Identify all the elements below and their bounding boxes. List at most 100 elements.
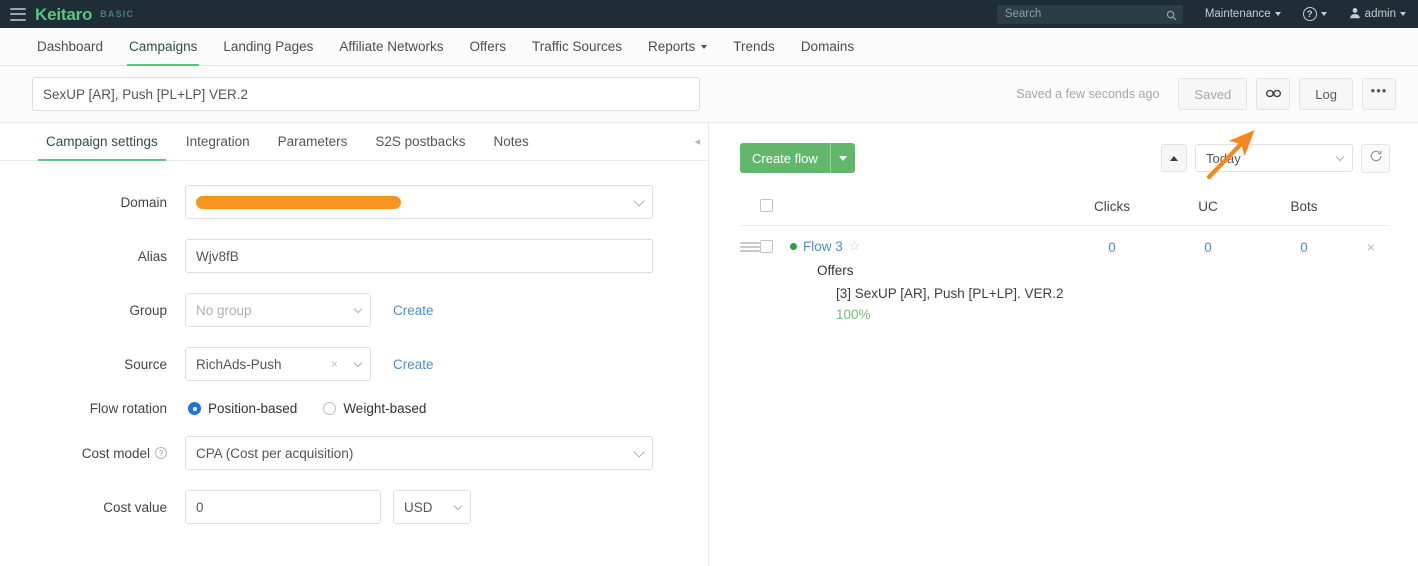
- chevron-down-icon: [701, 44, 708, 49]
- group-select[interactable]: No group: [185, 293, 371, 327]
- tab-integration[interactable]: Integration: [172, 123, 264, 160]
- nav-item-traffic-sources[interactable]: Traffic Sources: [519, 28, 635, 65]
- nav-item-offers[interactable]: Offers: [456, 28, 519, 65]
- tab-parameters[interactable]: Parameters: [264, 123, 362, 160]
- cost-value-input[interactable]: 0: [185, 490, 381, 524]
- cell-bots[interactable]: 0: [1256, 238, 1352, 255]
- tab-campaign-settings[interactable]: Campaign settings: [32, 123, 172, 161]
- offer-text: [3] SexUP [AR], Push [PL+LP]. VER.2: [836, 286, 1064, 301]
- flows-pane: Create flow Today Clicks UC Bots Flow 3 …: [709, 123, 1418, 566]
- flows-toolbar-right: Today: [1161, 143, 1390, 173]
- saved-status-text: Saved a few seconds ago: [1016, 87, 1160, 101]
- flow-name-link[interactable]: Flow 3: [803, 239, 843, 254]
- nav-label: Reports: [648, 39, 696, 54]
- select-all-cell: [760, 197, 790, 215]
- refresh-icon: [1369, 149, 1383, 168]
- cost-value-text: 0: [196, 499, 204, 515]
- campaign-name-input[interactable]: [32, 77, 700, 111]
- nav-item-dashboard[interactable]: Dashboard: [24, 28, 116, 65]
- search-box[interactable]: [996, 4, 1183, 24]
- field-row-domain: Domain: [0, 185, 708, 219]
- cell-clicks[interactable]: 0: [1064, 238, 1160, 255]
- column-header-bots[interactable]: Bots: [1256, 199, 1352, 214]
- flow-title-row: Flow 3 ☆: [790, 238, 1064, 254]
- help-icon[interactable]: ?: [155, 447, 167, 459]
- nav-item-landing-pages[interactable]: Landing Pages: [210, 28, 326, 65]
- clear-source-icon[interactable]: ×: [331, 357, 338, 371]
- nav-item-campaigns[interactable]: Campaigns: [116, 28, 210, 66]
- column-header-clicks[interactable]: Clicks: [1064, 199, 1160, 214]
- flows-table-header: Clicks UC Bots: [740, 183, 1390, 226]
- maintenance-menu[interactable]: Maintenance: [1205, 8, 1281, 20]
- group-label: Group: [129, 302, 167, 318]
- help-icon: ?: [1302, 7, 1317, 21]
- field-row-flow-rotation: Flow rotation Position-based Weight-base…: [0, 401, 708, 416]
- source-select[interactable]: RichAds-Push ×: [185, 347, 371, 381]
- create-flow-dropdown-toggle[interactable]: [829, 143, 855, 173]
- radio-label: Weight-based: [343, 401, 427, 416]
- create-group-link[interactable]: Create: [393, 303, 434, 318]
- nav-item-reports[interactable]: Reports: [635, 28, 720, 65]
- select-all-checkbox[interactable]: [760, 199, 773, 212]
- alias-input[interactable]: Wjv8fB: [185, 239, 653, 273]
- chevron-down-icon: [838, 155, 847, 161]
- flow-rotation-label: Flow rotation: [89, 401, 167, 416]
- hamburger-menu-icon[interactable]: [10, 7, 26, 21]
- currency-select[interactable]: USD: [393, 490, 471, 524]
- radio-label: Position-based: [208, 401, 298, 416]
- nav-item-domains[interactable]: Domains: [788, 28, 867, 65]
- chevron-down-icon: [353, 304, 363, 314]
- domain-select[interactable]: [185, 185, 653, 219]
- alias-label: Alias: [137, 248, 167, 264]
- main-navigation: Dashboard Campaigns Landing Pages Affili…: [0, 28, 1418, 66]
- collapse-stats-button[interactable]: [1161, 144, 1187, 172]
- domain-redaction-bar: [196, 195, 401, 209]
- link-chain-button[interactable]: [1256, 78, 1291, 110]
- tab-notes[interactable]: Notes: [479, 123, 542, 160]
- radio-weight-based[interactable]: Weight-based: [323, 401, 426, 416]
- drag-handle-icon[interactable]: [740, 238, 760, 254]
- domain-label: Domain: [120, 194, 167, 210]
- nav-item-trends[interactable]: Trends: [720, 28, 788, 65]
- favorite-star-icon[interactable]: ☆: [849, 238, 861, 254]
- create-source-link[interactable]: Create: [393, 357, 434, 372]
- group-value: No group: [196, 302, 252, 318]
- radio-position-based[interactable]: Position-based: [188, 401, 297, 416]
- search-input[interactable]: [996, 4, 1183, 24]
- user-menu[interactable]: admin: [1349, 7, 1406, 22]
- flow-details: Flow 3 ☆ Offers [3] SexUP [AR], Push [PL…: [790, 238, 1064, 326]
- saved-button[interactable]: Saved: [1178, 78, 1248, 110]
- tab-label: Notes: [493, 134, 529, 149]
- user-name-label: admin: [1364, 8, 1396, 20]
- tab-s2s-postbacks[interactable]: S2S postbacks: [361, 123, 479, 160]
- nav-item-affiliate-networks[interactable]: Affiliate Networks: [326, 28, 456, 65]
- settings-pane: Campaign settings Integration Parameters…: [0, 123, 709, 566]
- field-row-alias: Alias Wjv8fB: [0, 239, 708, 273]
- refresh-button[interactable]: [1361, 143, 1390, 173]
- radio-dot-icon: [188, 402, 201, 415]
- delete-flow-button[interactable]: ×: [1352, 238, 1390, 255]
- chevron-down-icon: [633, 446, 645, 458]
- field-row-source: Source RichAds-Push × Create: [0, 347, 708, 381]
- offer-item: [3] SexUP [AR], Push [PL+LP]. VER.2 100%: [836, 284, 1064, 326]
- tab-label: Integration: [185, 134, 250, 149]
- log-button[interactable]: Log: [1299, 78, 1353, 110]
- help-menu[interactable]: ?: [1302, 7, 1327, 21]
- title-actions: Saved a few seconds ago Saved Log •••: [1016, 78, 1396, 110]
- chevron-down-icon: [1335, 152, 1345, 162]
- campaign-settings-form: Domain Alias Wjv8fB Group No group Creat…: [0, 161, 708, 544]
- chevron-down-icon: [353, 358, 363, 368]
- row-checkbox[interactable]: [760, 240, 773, 253]
- app-logo[interactable]: Keitaro: [35, 6, 92, 23]
- create-flow-button[interactable]: Create flow: [740, 143, 855, 173]
- link-chain-icon: [1265, 87, 1281, 102]
- collapse-panel-button[interactable]: ◂: [694, 123, 700, 160]
- cost-model-select[interactable]: CPA (Cost per acquisition): [185, 436, 653, 470]
- cost-model-label-text: Cost model: [81, 445, 150, 461]
- cell-uc[interactable]: 0: [1160, 238, 1256, 255]
- offers-section-label: Offers: [817, 263, 854, 278]
- cost-value-label: Cost value: [103, 499, 167, 515]
- more-actions-button[interactable]: •••: [1362, 78, 1396, 110]
- column-header-uc[interactable]: UC: [1160, 199, 1256, 214]
- period-select[interactable]: Today: [1195, 144, 1353, 172]
